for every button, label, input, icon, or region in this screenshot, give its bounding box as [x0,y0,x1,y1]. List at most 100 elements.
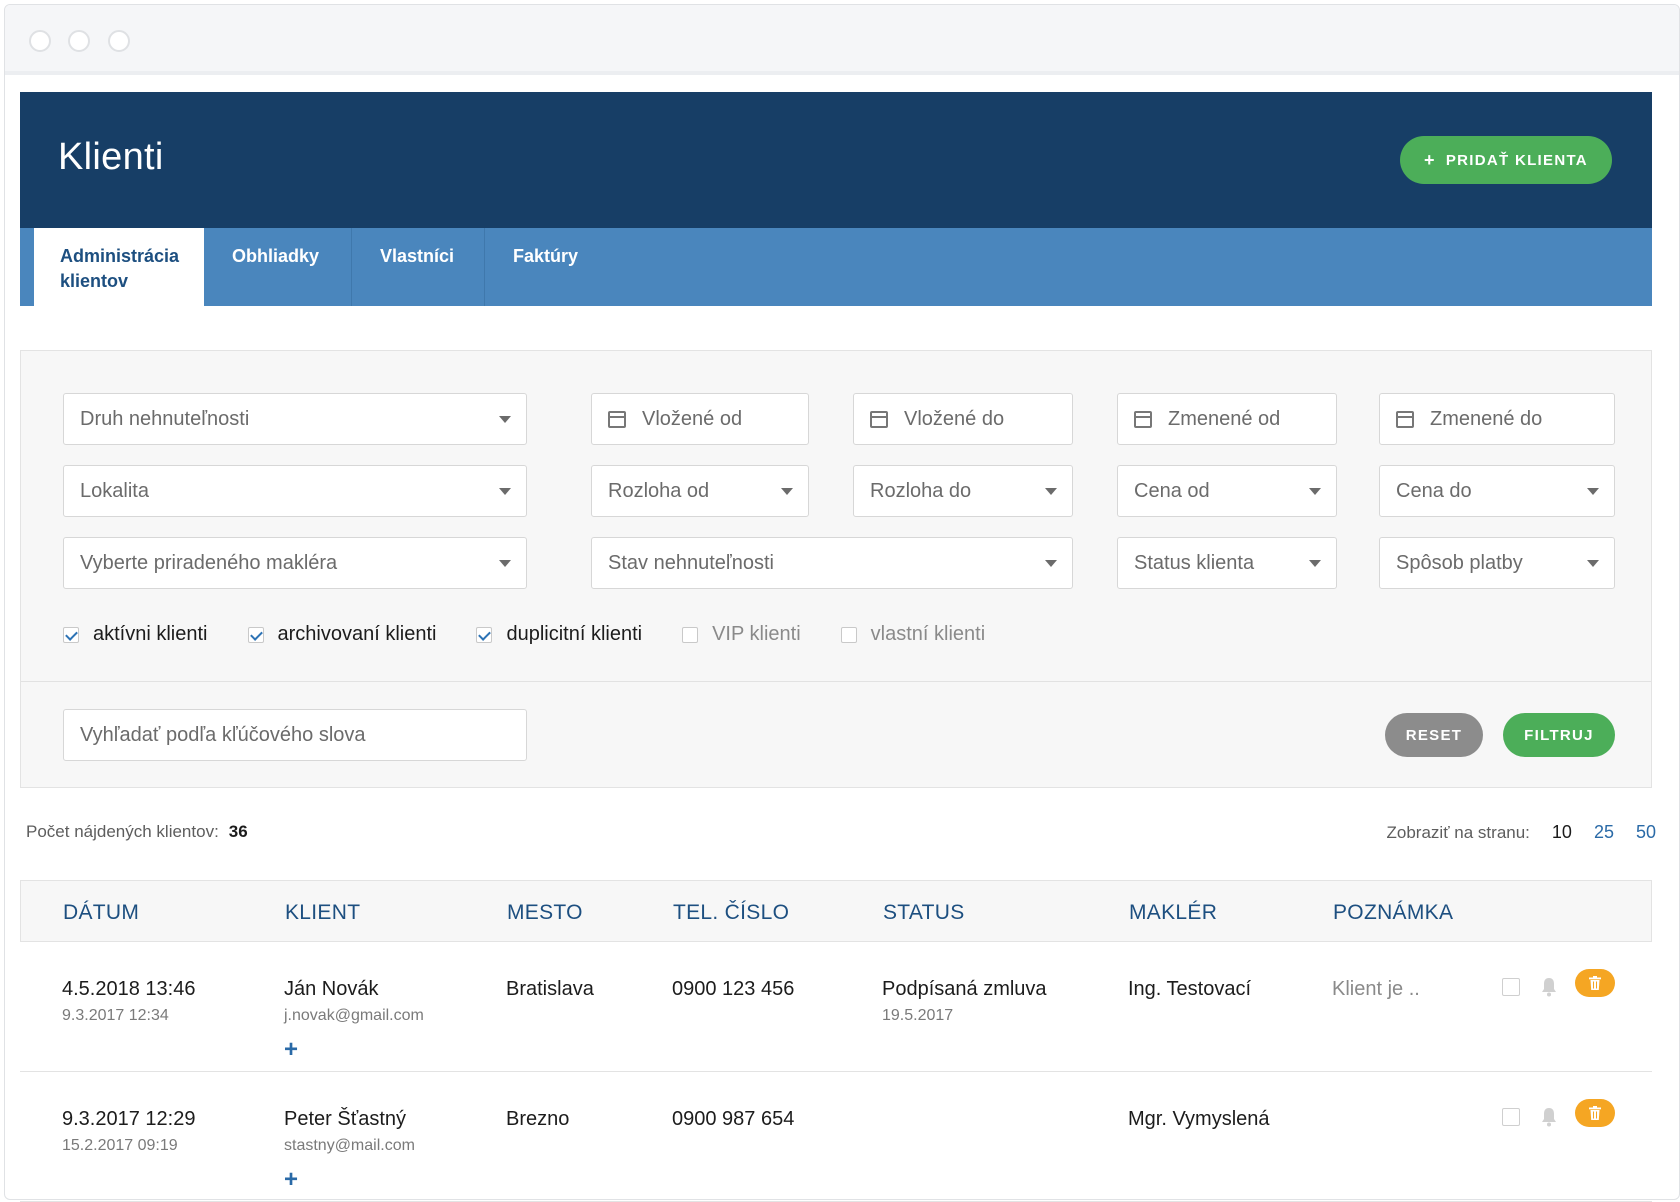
price-to-placeholder: Cena do [1396,479,1472,502]
checkbox-own-clients[interactable]: vlastní klienti [840,623,985,646]
client-status-select[interactable]: Status klienta [1117,537,1337,589]
property-state-select[interactable]: Stav nehnuteľnosti [591,537,1073,589]
column-header-status[interactable]: STATUS [883,901,965,925]
row-status: Podpísaná zmluva 19.5.2017 [882,978,1047,1025]
row-select-checkbox[interactable] [1502,1108,1520,1126]
row-phone: 0900 123 456 [672,978,795,1000]
calendar-icon [870,410,888,428]
changed-from-datepicker[interactable]: Zmenené od [1117,393,1337,445]
area-to-select[interactable]: Rozloha do [853,465,1073,517]
per-page-option-10[interactable]: 10 [1552,822,1572,843]
checkbox-label: aktívni klienti [93,623,208,645]
inserted-from-datepicker[interactable]: Vložené od [591,393,809,445]
add-plus-icon[interactable]: + [284,1166,298,1194]
add-client-label: PRIDAŤ KLIENTA [1445,151,1588,169]
checkbox-checked[interactable] [247,626,264,643]
window-minimize-dot[interactable] [68,30,90,52]
tab-viewings[interactable]: Obhliadky [204,228,352,306]
caret-down-icon [1309,488,1321,495]
caret-down-icon [499,416,511,423]
filter-button[interactable]: FILTRUJ [1503,713,1615,757]
changed-to-datepicker[interactable]: Zmenené do [1379,393,1615,445]
bell-icon[interactable] [1540,1106,1558,1128]
row-city: Bratislava [506,978,594,1000]
row-date: 4.5.2018 13:46 9.3.2017 12:34 [62,978,195,1025]
per-page-option-25[interactable]: 25 [1594,822,1614,843]
checkbox-archived-clients[interactable]: archivovaní klienti [247,623,436,646]
tab-bar: Administrácia klientov Obhliadky Vlastní… [20,228,1652,306]
price-to-select[interactable]: Cena do [1379,465,1615,517]
changed-from-placeholder: Zmenené od [1168,407,1281,430]
keyword-search-placeholder: Vyhľadať podľa kľúčového slova [80,723,366,746]
row-phone: 0900 987 654 [672,1108,795,1130]
checkbox-duplicate-clients[interactable]: duplicitní klienti [476,623,642,646]
row-client-email[interactable]: j.novak@gmail.com [284,1007,424,1025]
checkbox-checked[interactable] [476,626,493,643]
column-header-date[interactable]: DÁTUM [63,901,139,925]
checkbox-unchecked[interactable] [682,626,699,643]
tab-owners[interactable]: Vlastníci [352,228,486,306]
checkbox-label: VIP klienti [712,623,801,645]
tab-invoices[interactable]: Faktúry [485,228,608,306]
per-page-label: Zobraziť na stranu: [1386,822,1530,842]
reset-button[interactable]: RESET [1385,713,1483,757]
row-client: Peter Šťastný stastny@mail.com [284,1108,415,1155]
column-header-broker[interactable]: MAKLÉR [1129,901,1217,925]
row-client-name[interactable]: Ján Novák [284,978,379,1000]
caret-down-icon [1587,488,1599,495]
checkbox-active-clients[interactable]: aktívni klienti [63,623,208,646]
row-date-main: 9.3.2017 12:29 [62,1108,196,1130]
keyword-search-input[interactable]: Vyhľadať podľa kľúčového slova [63,709,527,761]
add-client-button[interactable]: + PRIDAŤ KLIENTA [1400,136,1612,184]
area-from-select[interactable]: Rozloha od [591,465,809,517]
table-row[interactable]: 4.5.2018 13:46 9.3.2017 12:34 Ján Novák … [20,942,1652,1072]
row-client-name[interactable]: Peter Šťastný [284,1108,406,1130]
column-header-note[interactable]: POZNÁMKA [1333,901,1453,925]
client-status-placeholder: Status klienta [1134,551,1255,574]
caret-down-icon [499,560,511,567]
page-title: Klienti [58,136,164,178]
checkbox-vip-clients[interactable]: VIP klienti [682,623,801,646]
property-type-placeholder: Druh nehnuteľnosti [80,407,250,430]
window-maximize-dot[interactable] [108,30,130,52]
inserted-to-placeholder: Vložené do [904,407,1005,430]
area-from-placeholder: Rozloha od [608,479,710,502]
column-header-phone[interactable]: TEL. ČÍSLO [673,901,789,925]
table-row[interactable]: 9.3.2017 12:29 15.2.2017 09:19 Peter Šťa… [20,1072,1652,1202]
checkbox-label: duplicitní klienti [506,623,643,645]
price-from-select[interactable]: Cena od [1117,465,1337,517]
column-header-client[interactable]: KLIENT [285,901,360,925]
app-header: Klienti + PRIDAŤ KLIENTA [20,92,1652,228]
window-titlebar [5,5,1679,75]
locality-select[interactable]: Lokalita [63,465,527,517]
table-header: DÁTUM KLIENT MESTO TEL. ČÍSLO STATUS MAK… [20,880,1652,942]
calendar-icon [1134,410,1152,428]
inserted-to-datepicker[interactable]: Vložené do [853,393,1073,445]
checkbox-unchecked[interactable] [840,626,857,643]
row-client: Ján Novák j.novak@gmail.com [284,978,424,1025]
tab-client-administration[interactable]: Administrácia klientov [34,228,204,306]
row-client-email[interactable]: stastny@mail.com [284,1137,415,1155]
delete-button[interactable] [1575,969,1615,997]
caret-down-icon [1587,560,1599,567]
row-select-checkbox[interactable] [1502,978,1520,996]
column-header-city[interactable]: MESTO [507,901,583,925]
add-plus-icon[interactable]: + [284,1036,298,1064]
property-state-placeholder: Stav nehnuteľnosti [608,551,774,574]
payment-method-select[interactable]: Spôsob platby [1379,537,1615,589]
row-date-main: 4.5.2018 13:46 [62,978,196,1000]
row-date-sub: 15.2.2017 09:19 [62,1137,178,1154]
plus-icon: + [1424,149,1436,170]
broker-select[interactable]: Vyberte priradeného makléra [63,537,527,589]
per-page-option-50[interactable]: 50 [1636,822,1656,843]
calendar-icon [608,410,626,428]
clients-table: DÁTUM KLIENT MESTO TEL. ČÍSLO STATUS MAK… [20,880,1652,1202]
area-to-placeholder: Rozloha do [870,479,972,502]
property-type-select[interactable]: Druh nehnuteľnosti [63,393,527,445]
panel-divider [21,681,1651,682]
checkbox-checked[interactable] [63,626,79,643]
window-close-dot[interactable] [29,30,51,52]
bell-icon[interactable] [1540,976,1558,998]
delete-button[interactable] [1575,1099,1615,1127]
row-date: 9.3.2017 12:29 15.2.2017 09:19 [62,1108,195,1155]
